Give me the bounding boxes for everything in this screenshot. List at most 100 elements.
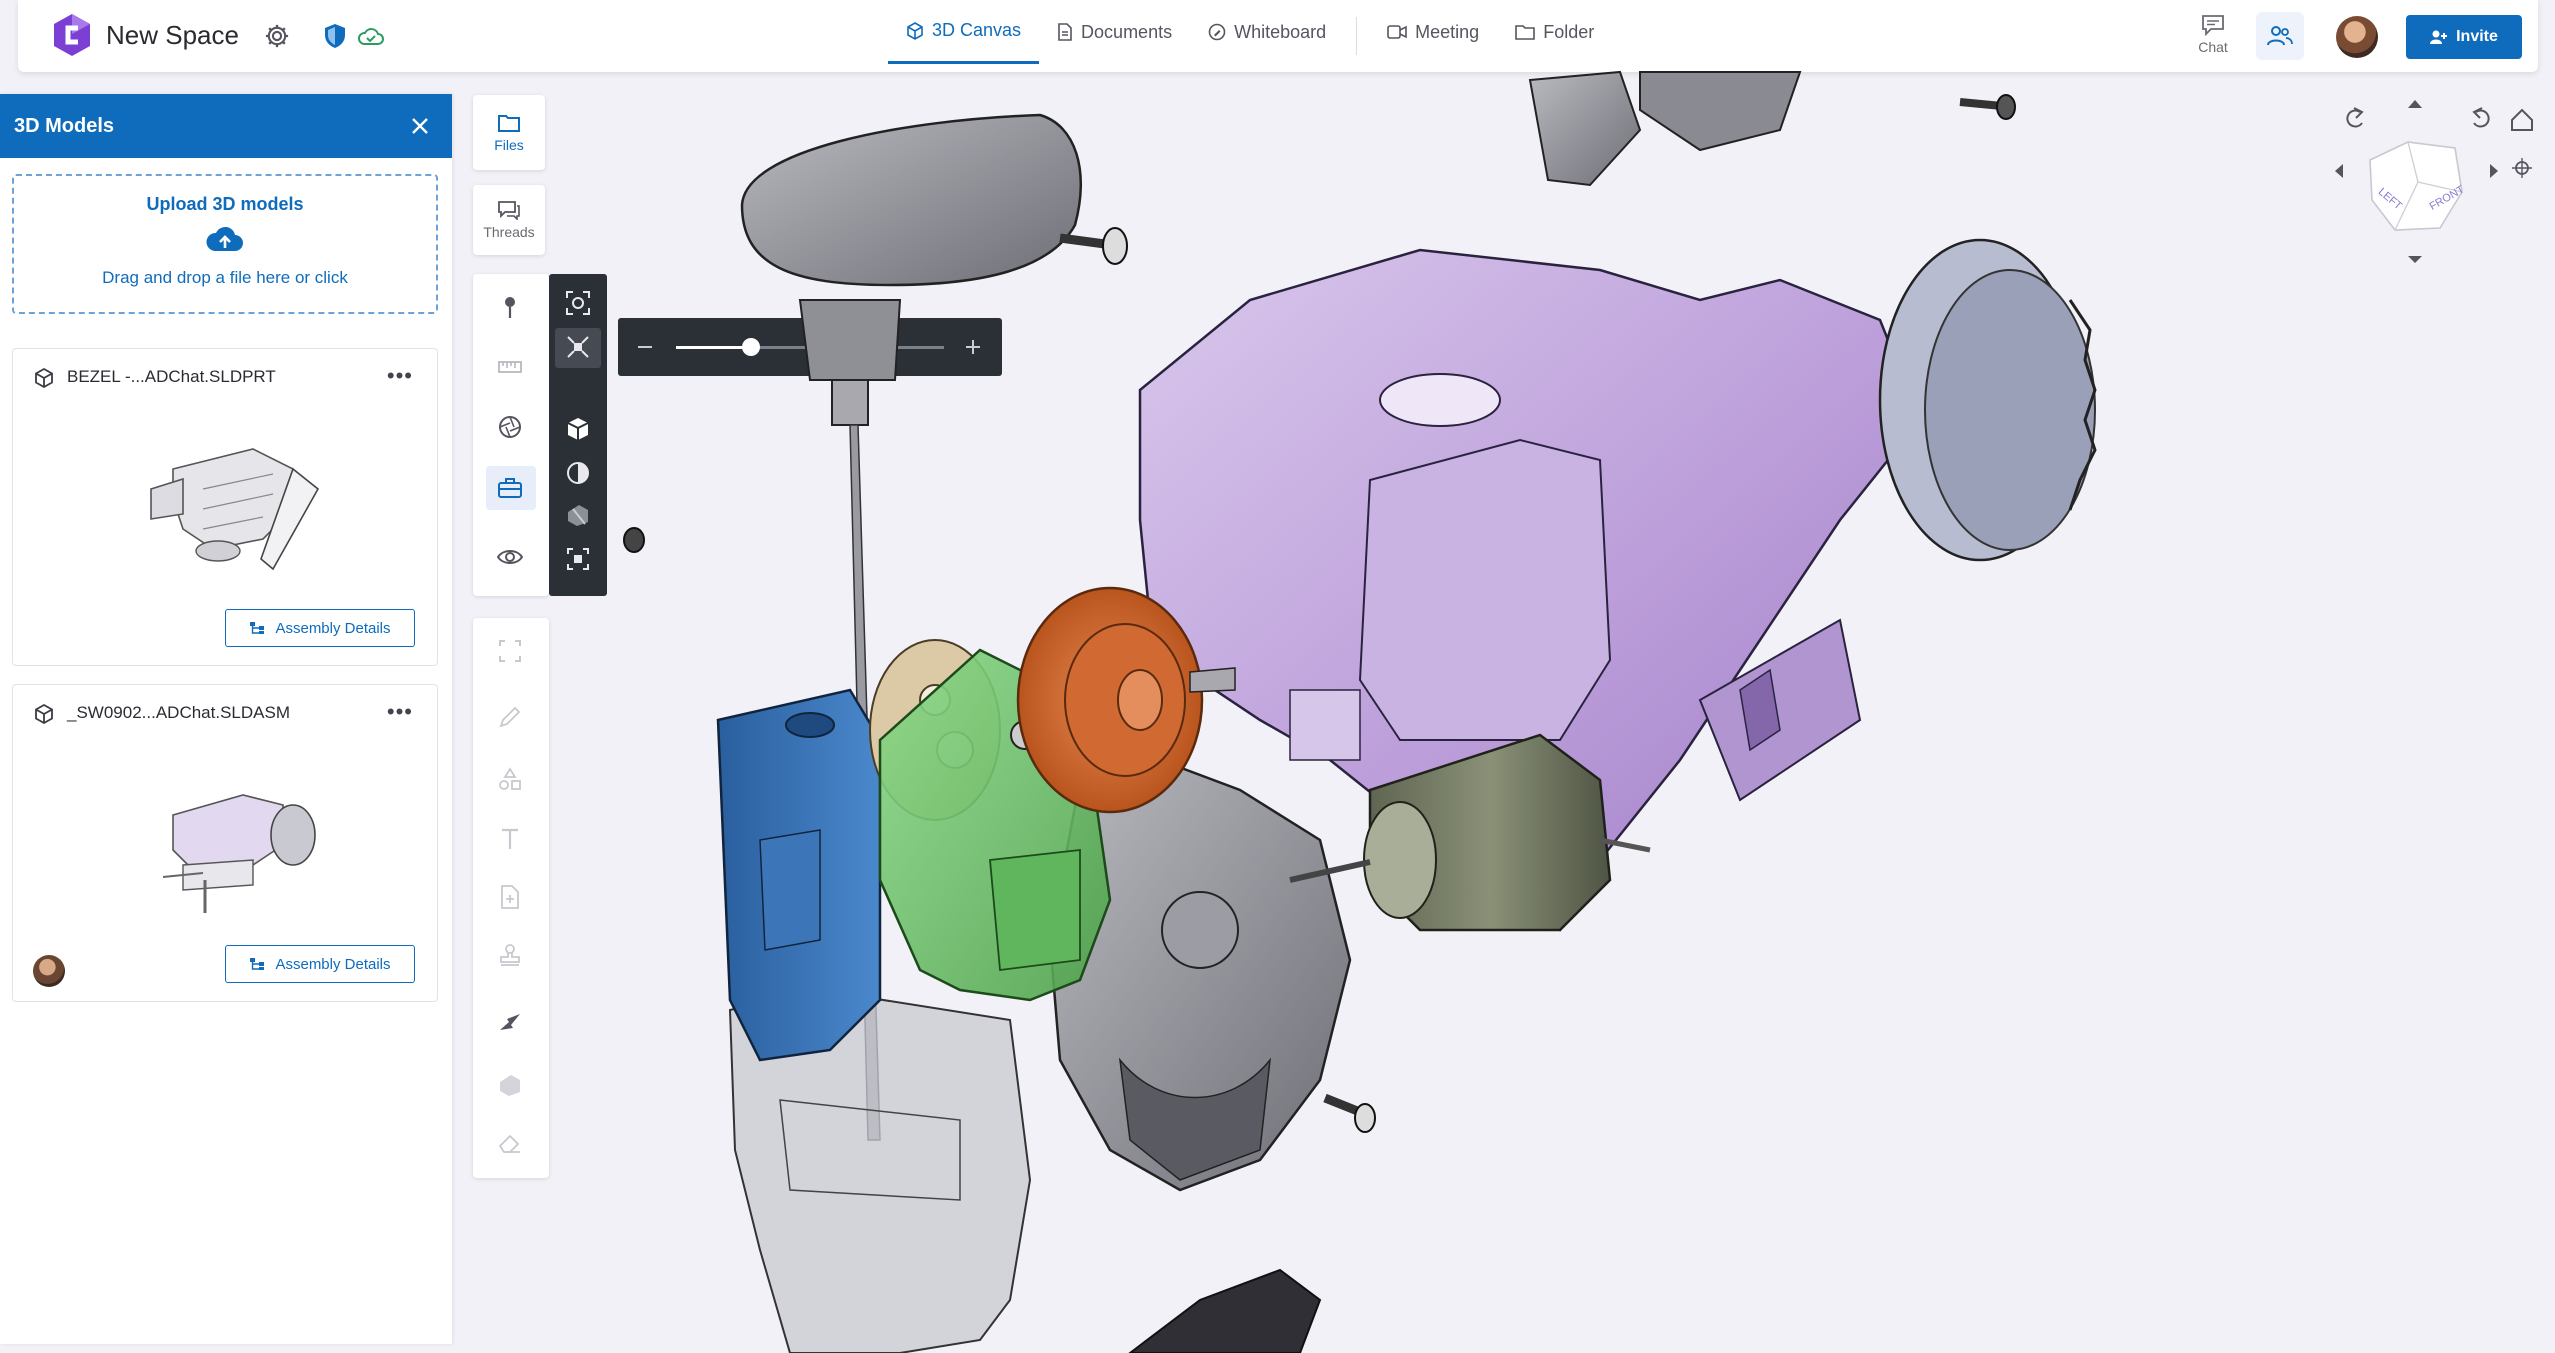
more-options-icon[interactable]: ••• — [387, 699, 413, 725]
tab-label: 3D Canvas — [932, 20, 1022, 40]
upload-dropzone[interactable]: Upload 3D models Drag and drop a file he… — [12, 174, 438, 314]
screw-top-right[interactable] — [1959, 94, 2016, 120]
pencil-icon[interactable] — [497, 704, 523, 730]
people-icon — [2267, 26, 2293, 46]
upload-hint: Drag and drop a file here or click — [102, 268, 348, 287]
assembly-details-label: Assembly Details — [275, 955, 391, 973]
add-user-icon — [2430, 30, 2448, 44]
user-avatar[interactable] — [2336, 16, 2378, 58]
explode-view-icon[interactable] — [565, 334, 591, 360]
shield-icon[interactable] — [318, 19, 352, 53]
assembly-details-label: Assembly Details — [275, 619, 391, 637]
blade-clamp-block[interactable] — [716, 688, 882, 1062]
more-options-icon[interactable]: ••• — [387, 363, 413, 389]
upload-title: Upload 3D models — [146, 194, 304, 214]
pin-icon[interactable] — [497, 294, 523, 320]
camera-aperture-icon[interactable] — [497, 414, 523, 440]
threads-button[interactable]: Threads — [473, 185, 545, 255]
space-title[interactable]: New Space — [106, 20, 239, 51]
shapes-icon[interactable] — [497, 766, 523, 792]
assembly-details-button[interactable]: Assembly Details — [225, 609, 415, 647]
fullscreen-icon[interactable] — [497, 638, 523, 664]
tab-divider — [1356, 17, 1358, 55]
section-plane-icon[interactable] — [565, 502, 591, 528]
cube-icon — [35, 703, 53, 725]
folder-icon — [498, 114, 520, 132]
app-logo-icon[interactable] — [52, 12, 92, 58]
panel-title: 3D Models — [14, 114, 115, 137]
invite-button[interactable]: Invite — [2406, 15, 2522, 59]
switch-part[interactable] — [1639, 71, 1802, 152]
focus-frame-icon[interactable] — [565, 546, 591, 572]
tab-folder[interactable]: Folder — [1497, 0, 1612, 64]
speed-knob[interactable] — [740, 113, 1083, 426]
cloud-synced-icon[interactable] — [354, 19, 388, 53]
text-tool-icon[interactable] — [497, 826, 523, 852]
chat-button[interactable]: Chat — [2188, 14, 2238, 55]
rotate-right-icon[interactable] — [2472, 107, 2490, 128]
tab-label: Whiteboard — [1234, 21, 1327, 42]
fit-target-icon[interactable] — [2512, 158, 2532, 178]
tab-3d-canvas[interactable]: 3D Canvas — [888, 0, 1040, 64]
arrow-right-icon[interactable] — [2490, 164, 2498, 178]
chat-label: Chat — [2198, 39, 2228, 55]
model-card[interactable]: BEZEL -...ADChat.SLDPRT ••• Assembly Det… — [12, 348, 438, 666]
3d-model-viewport[interactable] — [620, 60, 2220, 1353]
eraser-icon[interactable] — [497, 1130, 523, 1156]
screw-left[interactable] — [623, 527, 645, 553]
tab-whiteboard[interactable]: Whiteboard — [1190, 0, 1344, 64]
video-icon — [1387, 25, 1407, 39]
gear-pin[interactable] — [1189, 667, 1236, 693]
fit-view-icon[interactable] — [565, 290, 591, 316]
add-file-icon[interactable] — [497, 884, 523, 910]
model-name: BEZEL -...ADChat.SLDPRT — [67, 367, 276, 386]
model-thumbnail — [162, 794, 316, 913]
home-icon[interactable] — [2511, 108, 2533, 131]
model-card[interactable]: _SW0902...ADChat.SLDASM ••• Assembly Det… — [12, 684, 438, 1002]
settings-gear-icon[interactable] — [260, 19, 294, 53]
folder-icon — [1515, 25, 1536, 40]
connector-icon[interactable] — [497, 1010, 523, 1036]
tab-label: Meeting — [1415, 21, 1480, 42]
cube-icon — [35, 367, 53, 389]
arrow-left-icon[interactable] — [2335, 164, 2343, 178]
uploader-avatar — [33, 955, 65, 987]
close-icon[interactable] — [406, 112, 434, 140]
solid-cube-icon[interactable] — [565, 416, 591, 442]
section-markup-icon[interactable] — [497, 1072, 523, 1098]
toolbox-icon[interactable] — [497, 474, 523, 500]
tab-label: Folder — [1543, 21, 1595, 42]
measure-ruler-icon[interactable] — [497, 354, 523, 380]
files-label: Files — [494, 136, 524, 153]
orientation-cube[interactable]: LEFT FRONT — [2369, 141, 2467, 231]
document-icon — [1058, 23, 1072, 41]
drive-gear[interactable] — [1016, 586, 1204, 814]
blade-guard-disc[interactable] — [1878, 238, 2097, 562]
eye-icon[interactable] — [497, 544, 523, 570]
files-rail: Files — [473, 95, 545, 170]
trigger-part[interactable] — [1528, 70, 1642, 187]
threads-label: Threads — [483, 224, 535, 240]
threads-rail: Threads — [473, 185, 545, 255]
arrow-up-icon[interactable] — [2408, 100, 2422, 108]
base-plate[interactable] — [1128, 1268, 1322, 1353]
files-button[interactable]: Files — [473, 95, 545, 170]
tab-meeting[interactable]: Meeting — [1369, 0, 1497, 64]
view-navigation-cube: LEFT FRONT — [2335, 100, 2533, 263]
tab-documents[interactable]: Documents — [1039, 0, 1190, 64]
cube-icon — [907, 21, 923, 40]
assembly-details-button[interactable]: Assembly Details — [225, 945, 415, 983]
contrast-icon[interactable] — [565, 460, 591, 486]
chat-icon — [2202, 15, 2224, 37]
panel-header: 3D Models — [0, 94, 452, 158]
whiteboard-icon — [1208, 23, 1226, 41]
arrow-down-icon[interactable] — [2408, 256, 2422, 263]
model-name: _SW0902...ADChat.SLDASM — [67, 703, 290, 722]
stamp-icon[interactable] — [497, 942, 523, 968]
rotate-left-icon[interactable] — [2346, 107, 2364, 128]
hierarchy-icon — [250, 958, 265, 970]
view-tools-subrail — [549, 274, 607, 596]
tab-label: Documents — [1081, 21, 1173, 42]
participants-button[interactable] — [2256, 12, 2304, 60]
screw-bottom[interactable] — [1323, 1093, 1376, 1133]
